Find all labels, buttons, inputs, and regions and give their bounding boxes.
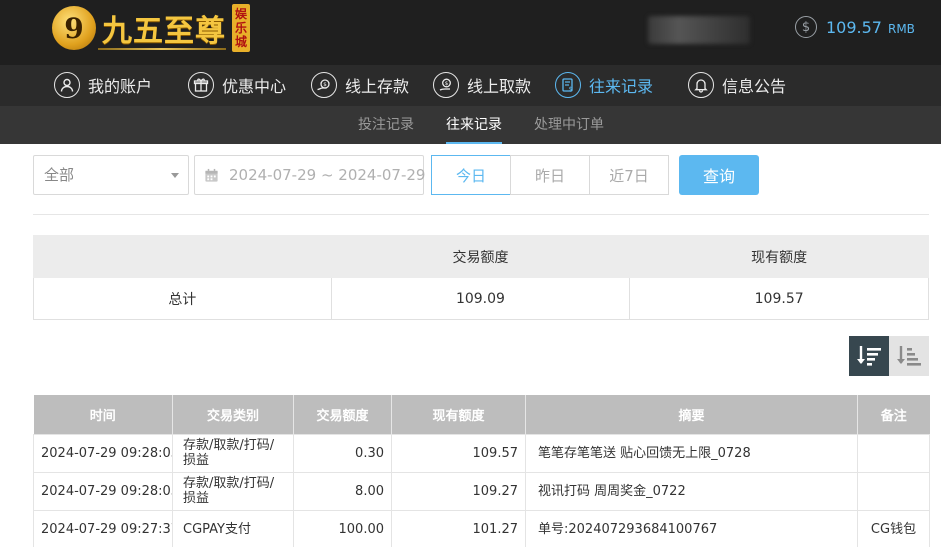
- withdraw-icon: $: [433, 72, 459, 98]
- nav-label: 线上存款: [345, 77, 410, 96]
- sort-ascending-icon: [897, 346, 921, 366]
- calendar-icon: [205, 168, 218, 182]
- subnav-pending-orders[interactable]: 处理中订单: [534, 106, 604, 144]
- subnav-bet-records[interactable]: 投注记录: [358, 106, 414, 144]
- balance-display: $ 109.57 RMB: [795, 16, 915, 38]
- nav-label: 往来记录: [589, 77, 654, 96]
- col-header-summary[interactable]: 摘要: [525, 395, 858, 434]
- cell-time: 2024-07-29 09:28:03: [33, 471, 173, 511]
- sub-nav: 投注记录 往来记录 处理中订单: [0, 106, 941, 144]
- type-select-value: 全部: [44, 166, 75, 184]
- balance-currency: RMB: [887, 21, 915, 36]
- table-row[interactable]: 2024-07-29 09:27:37 CGPAY支付 100.00 101.2…: [33, 509, 930, 547]
- nav-online-deposit[interactable]: $ 线上存款: [311, 71, 409, 99]
- main-nav: 我的账户 优惠中心 $ 线上存款 $ 线上取款 $ 往来记录 信息公告: [0, 65, 941, 106]
- summary-table: 交易额度 现有额度 总计 109.09 109.57: [33, 235, 929, 320]
- filter-today-button[interactable]: 今日: [431, 155, 511, 195]
- cell-category: 存款/取款/打码/损益: [172, 433, 294, 473]
- summary-header-cell: 交易额度: [330, 235, 631, 278]
- logo-underline: [98, 48, 226, 50]
- logo-mark: 9: [52, 6, 96, 50]
- cell-summary: 单号:202407293684100767: [525, 509, 858, 547]
- col-header-time[interactable]: 时间: [33, 395, 173, 434]
- date-range-input[interactable]: 2024-07-29 ~ 2024-07-29: [194, 155, 426, 195]
- summary-header-cell: 现有额度: [629, 235, 929, 278]
- cell-amount: 100.00: [293, 509, 392, 547]
- nav-label: 信息公告: [722, 77, 787, 96]
- summary-total-current: 109.57: [629, 277, 929, 320]
- svg-text:$: $: [445, 81, 449, 87]
- cell-amount: 0.30: [293, 433, 392, 473]
- cell-remark: CG钱包: [857, 509, 930, 547]
- records-table: 时间 交易类别 交易额度 现有额度 摘要 备注 2024-07-29 09:28…: [33, 395, 930, 547]
- site-logo[interactable]: 9 九五至尊 娱 乐 城: [52, 3, 250, 53]
- cell-time: 2024-07-29 09:28:03: [33, 433, 173, 473]
- col-header-balance[interactable]: 现有额度: [391, 395, 526, 434]
- subnav-transaction-records[interactable]: 往来记录: [446, 106, 502, 144]
- gift-icon: [188, 72, 214, 98]
- cell-remark: [857, 471, 930, 511]
- cell-category: 存款/取款/打码/损益: [172, 471, 294, 511]
- chevron-down-icon: [171, 173, 179, 178]
- nav-label: 线上取款: [467, 77, 532, 96]
- user-icon: [54, 72, 80, 98]
- cell-category: CGPAY支付: [172, 509, 294, 547]
- nav-promotions[interactable]: 优惠中心: [188, 71, 286, 99]
- username-redacted: [648, 16, 750, 44]
- type-select[interactable]: 全部: [33, 155, 189, 195]
- logo-badge: 娱 乐 城: [232, 4, 250, 52]
- nav-label: 优惠中心: [222, 77, 287, 96]
- filter-last7days-button[interactable]: 近7日: [589, 155, 669, 195]
- cell-balance: 109.57: [391, 433, 526, 473]
- cell-time: 2024-07-29 09:27:37: [33, 509, 173, 547]
- record-icon: $: [555, 72, 581, 98]
- summary-total-transaction: 109.09: [330, 277, 631, 320]
- summary-header-cell: [33, 235, 332, 278]
- svg-text:$: $: [323, 82, 327, 88]
- deposit-icon: $: [311, 72, 337, 98]
- cell-remark: [857, 433, 930, 473]
- query-button[interactable]: 查询: [679, 155, 759, 195]
- nav-online-withdraw[interactable]: $ 线上取款: [433, 71, 531, 99]
- date-range-value: 2024-07-29 ~ 2024-07-29: [229, 166, 426, 184]
- cell-balance: 101.27: [391, 509, 526, 547]
- col-header-amount[interactable]: 交易额度: [293, 395, 392, 434]
- cell-summary: 视讯打码 周周奖金_0722: [525, 471, 858, 511]
- sort-ascending-button[interactable]: [889, 336, 929, 376]
- records-header-row: 时间 交易类别 交易额度 现有额度 摘要 备注: [33, 395, 930, 434]
- bell-icon: [688, 72, 714, 98]
- logo-badge-char: 城: [234, 35, 247, 49]
- divider: [33, 214, 929, 215]
- table-row[interactable]: 2024-07-29 09:28:03 存款/取款/打码/损益 0.30 109…: [33, 433, 930, 473]
- cell-summary: 笔笔存笔笔送 贴心回馈无上限_0728: [525, 433, 858, 473]
- table-row[interactable]: 2024-07-29 09:28:03 存款/取款/打码/损益 8.00 109…: [33, 471, 930, 511]
- top-header: 9 九五至尊 娱 乐 城 $ 109.57 RMB: [0, 0, 941, 65]
- logo-text: 九五至尊: [102, 14, 226, 49]
- logo-badge-char: 乐: [234, 21, 247, 35]
- svg-text:$: $: [569, 86, 573, 93]
- nav-transaction-records[interactable]: $ 往来记录: [555, 71, 653, 99]
- col-header-remark[interactable]: 备注: [857, 395, 930, 434]
- filter-yesterday-button[interactable]: 昨日: [510, 155, 590, 195]
- nav-label: 我的账户: [88, 77, 153, 96]
- summary-total-label: 总计: [33, 277, 332, 320]
- balance-amount: 109.57: [826, 17, 882, 37]
- nav-announcements[interactable]: 信息公告: [688, 71, 786, 99]
- logo-badge-char: 娱: [234, 7, 247, 21]
- summary-header-row: 交易额度 现有额度: [33, 235, 929, 278]
- dollar-icon: $: [795, 16, 817, 38]
- sort-descending-button[interactable]: [849, 336, 889, 376]
- summary-total-row: 总计 109.09 109.57: [33, 277, 929, 320]
- cell-balance: 109.27: [391, 471, 526, 511]
- col-header-category[interactable]: 交易类别: [172, 395, 294, 434]
- nav-my-account[interactable]: 我的账户: [54, 71, 152, 99]
- cell-amount: 8.00: [293, 471, 392, 511]
- sort-descending-icon: [857, 346, 881, 366]
